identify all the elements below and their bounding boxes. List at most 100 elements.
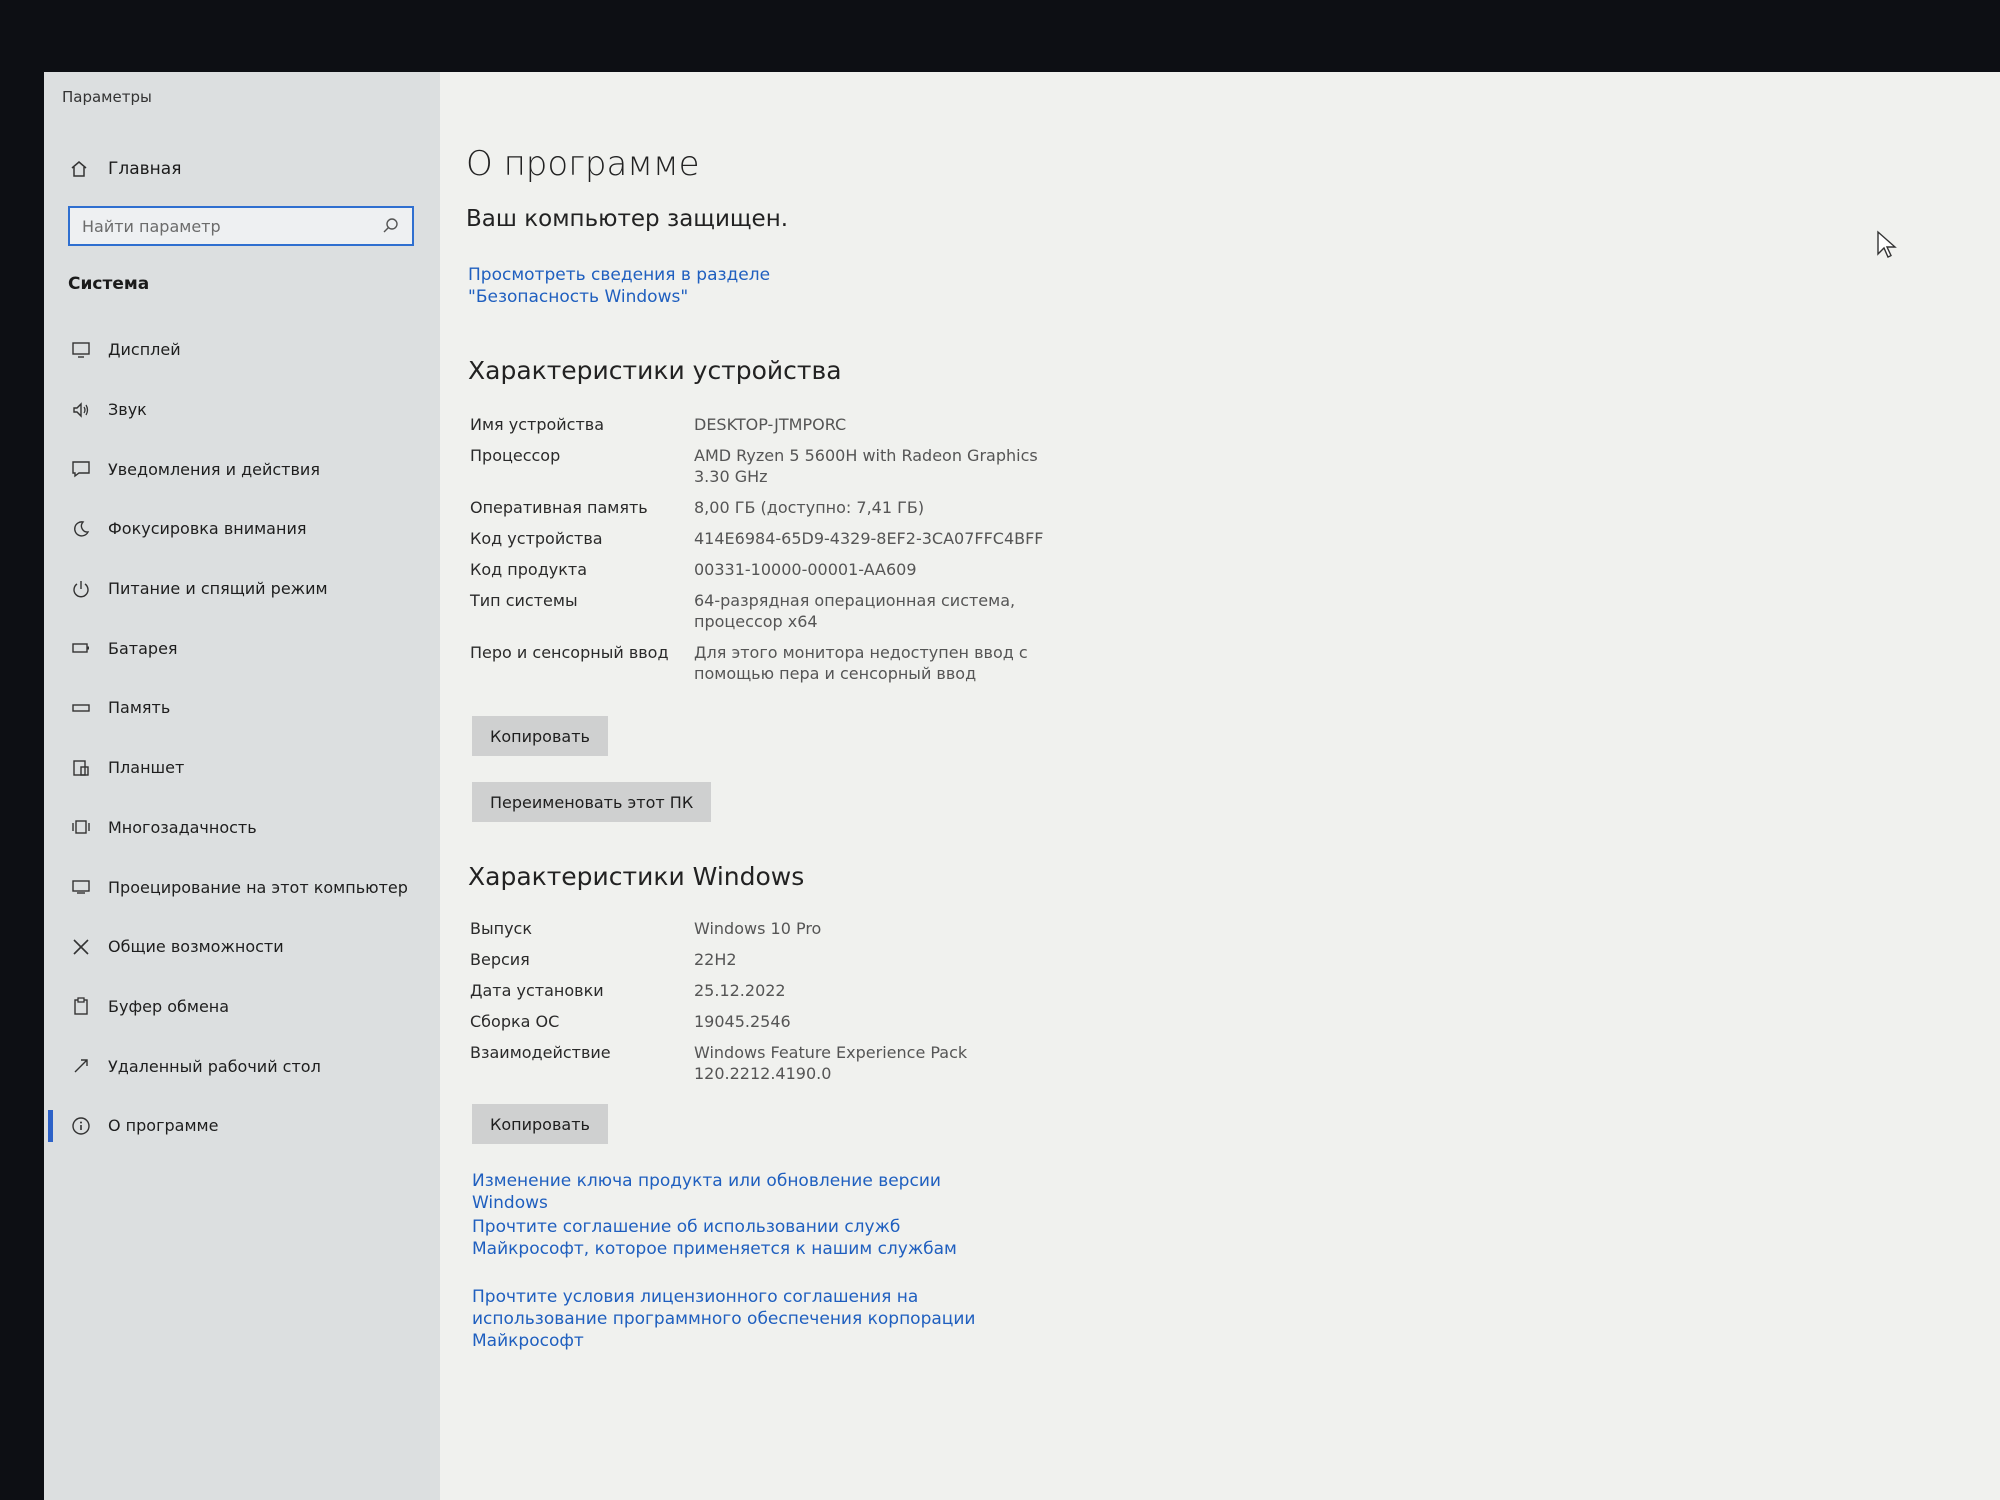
license-terms-link[interactable]: Прочтите условия лицензионного соглашени… <box>472 1286 1012 1352</box>
spec-row: Код продукта 00331-10000-00001-AA609 <box>470 559 1090 580</box>
spec-value: 414E6984-65D9-4329-8EF2-3CA07FFC4BFF <box>694 529 1044 548</box>
spec-row: Оперативная память 8,00 ГБ (доступно: 7,… <box>470 497 1090 518</box>
sidebar-item-label: Планшет <box>108 758 185 778</box>
security-link[interactable]: Просмотреть сведения в разделе "Безопасн… <box>468 264 888 308</box>
sidebar-item-label: О программе <box>108 1116 219 1136</box>
spec-value: Windows Feature Experience Pack 120.2212… <box>694 1043 968 1083</box>
copy-windows-specs-button[interactable]: Копировать <box>472 1104 608 1144</box>
sidebar-item-sound[interactable]: Звук <box>44 380 440 440</box>
sidebar-item-clipboard[interactable]: Буфер обмена <box>44 977 440 1037</box>
sidebar-item-remote-desktop[interactable]: Удаленный рабочий стол <box>44 1036 440 1096</box>
spec-label: Версия <box>470 950 530 969</box>
settings-window: Параметры Главная Система Дисплей Звук <box>44 72 2000 1500</box>
device-specs-table: Имя устройства DESKTOP-JTMPORC Процессор… <box>470 414 1090 694</box>
spec-label: Код продукта <box>470 560 588 579</box>
spec-value: 64-разрядная операционная система, проце… <box>694 591 1016 631</box>
spec-row: Дата установки 25.12.2022 <box>470 980 1090 1001</box>
spec-label: Взаимодействие <box>470 1043 611 1062</box>
home-link[interactable]: Главная <box>68 158 181 180</box>
main-content: О программе Ваш компьютер защищен. Просм… <box>466 72 2000 1500</box>
spec-row: Взаимодействие Windows Feature Experienc… <box>470 1042 1090 1084</box>
sidebar-item-shared[interactable]: Общие возможности <box>44 917 440 977</box>
spec-value: Windows 10 Pro <box>694 919 822 938</box>
shared-experiences-icon <box>70 936 92 958</box>
spec-value: 19045.2546 <box>694 1012 791 1031</box>
sidebar-item-label: Проецирование на этот компьютер <box>108 877 408 897</box>
windows-specs-table: Выпуск Windows 10 Pro Версия 22H2 Дата у… <box>470 918 1090 1094</box>
home-icon <box>68 158 90 180</box>
spec-label: Оперативная память <box>470 498 648 517</box>
storage-icon <box>70 697 92 719</box>
spec-label: Дата установки <box>470 981 604 1000</box>
search-icon[interactable] <box>380 215 402 237</box>
spec-value: Для этого монитора недоступен ввод с пом… <box>694 643 1028 683</box>
sidebar-item-label: Звук <box>108 400 147 420</box>
mouse-cursor-icon <box>1877 230 1897 258</box>
search-box[interactable] <box>68 206 414 246</box>
page-title: О программе <box>466 144 700 184</box>
sidebar-section-title: Система <box>68 274 150 294</box>
sidebar-item-about[interactable]: О программе <box>44 1096 440 1156</box>
services-agreement-link[interactable]: Прочтите соглашение об использовании слу… <box>472 1216 1012 1260</box>
rename-pc-button[interactable]: Переименовать этот ПК <box>472 782 712 822</box>
sidebar-item-power[interactable]: Питание и спящий режим <box>44 559 440 619</box>
sidebar-item-label: Батарея <box>108 638 178 658</box>
tablet-icon <box>70 757 92 779</box>
sidebar-item-focus[interactable]: Фокусировка внимания <box>44 499 440 559</box>
moon-icon <box>70 518 92 540</box>
protection-status: Ваш компьютер защищен. <box>466 206 789 232</box>
spec-value: 22H2 <box>694 950 737 969</box>
spec-row: Перо и сенсорный ввод Для этого монитора… <box>470 642 1090 684</box>
speaker-icon <box>70 399 92 421</box>
sidebar-item-multitasking[interactable]: Многозадачность <box>44 798 440 858</box>
monitor-icon <box>70 339 92 361</box>
spec-label: Выпуск <box>470 919 532 938</box>
spec-label: Код устройства <box>470 529 603 548</box>
spec-label: Тип системы <box>470 591 578 610</box>
sidebar-item-projection[interactable]: Проецирование на этот компьютер <box>44 857 440 917</box>
spec-row: Версия 22H2 <box>470 949 1090 970</box>
spec-row: Тип системы 64-разрядная операционная си… <box>470 590 1090 632</box>
spec-row: Выпуск Windows 10 Pro <box>470 918 1090 939</box>
spec-label: Перо и сенсорный ввод <box>470 643 669 662</box>
sidebar-item-label: Удаленный рабочий стол <box>108 1056 321 1076</box>
windows-specs-heading: Характеристики Windows <box>468 862 805 891</box>
search-input[interactable] <box>80 215 380 237</box>
info-icon <box>70 1115 92 1137</box>
sidebar-item-label: Многозадачность <box>108 817 257 837</box>
projection-icon <box>70 876 92 898</box>
sidebar-item-tablet[interactable]: Планшет <box>44 738 440 798</box>
sidebar-item-label: Питание и спящий режим <box>108 579 328 599</box>
sidebar-item-storage[interactable]: Память <box>44 678 440 738</box>
sidebar: Параметры Главная Система Дисплей Звук <box>44 72 440 1500</box>
battery-icon <box>70 637 92 659</box>
copy-device-specs-button[interactable]: Копировать <box>472 716 608 756</box>
sidebar-item-label: Память <box>108 698 171 718</box>
device-specs-heading: Характеристики устройства <box>468 356 842 385</box>
spec-label: Имя устройства <box>470 415 605 434</box>
product-key-link[interactable]: Изменение ключа продукта или обновление … <box>472 1170 1012 1214</box>
spec-label: Процессор <box>470 446 561 465</box>
sidebar-item-notifications[interactable]: Уведомления и действия <box>44 439 440 499</box>
spec-value: 8,00 ГБ (доступно: 7,41 ГБ) <box>694 498 925 517</box>
spec-row: Имя устройства DESKTOP-JTMPORC <box>470 414 1090 435</box>
spec-row: Процессор AMD Ryzen 5 5600H with Radeon … <box>470 445 1090 487</box>
clipboard-icon <box>70 995 92 1017</box>
multitasking-icon <box>70 816 92 838</box>
spec-label: Сборка ОС <box>470 1012 560 1031</box>
sidebar-item-label: Буфер обмена <box>108 996 230 1016</box>
sidebar-nav: Дисплей Звук Уведомления и действия Фоку… <box>44 320 440 1156</box>
spec-value: 25.12.2022 <box>694 981 786 1000</box>
sidebar-item-label: Фокусировка внимания <box>108 519 307 539</box>
spec-row: Код устройства 414E6984-65D9-4329-8EF2-3… <box>470 528 1090 549</box>
power-icon <box>70 578 92 600</box>
home-label: Главная <box>108 159 182 179</box>
window-title: Параметры <box>62 88 152 106</box>
sidebar-item-label: Уведомления и действия <box>108 459 320 479</box>
spec-row: Сборка ОС 19045.2546 <box>470 1011 1090 1032</box>
sidebar-item-label: Дисплей <box>108 340 181 360</box>
sidebar-item-label: Общие возможности <box>108 937 284 957</box>
sidebar-item-battery[interactable]: Батарея <box>44 618 440 678</box>
notification-icon <box>70 458 92 480</box>
sidebar-item-display[interactable]: Дисплей <box>44 320 440 380</box>
